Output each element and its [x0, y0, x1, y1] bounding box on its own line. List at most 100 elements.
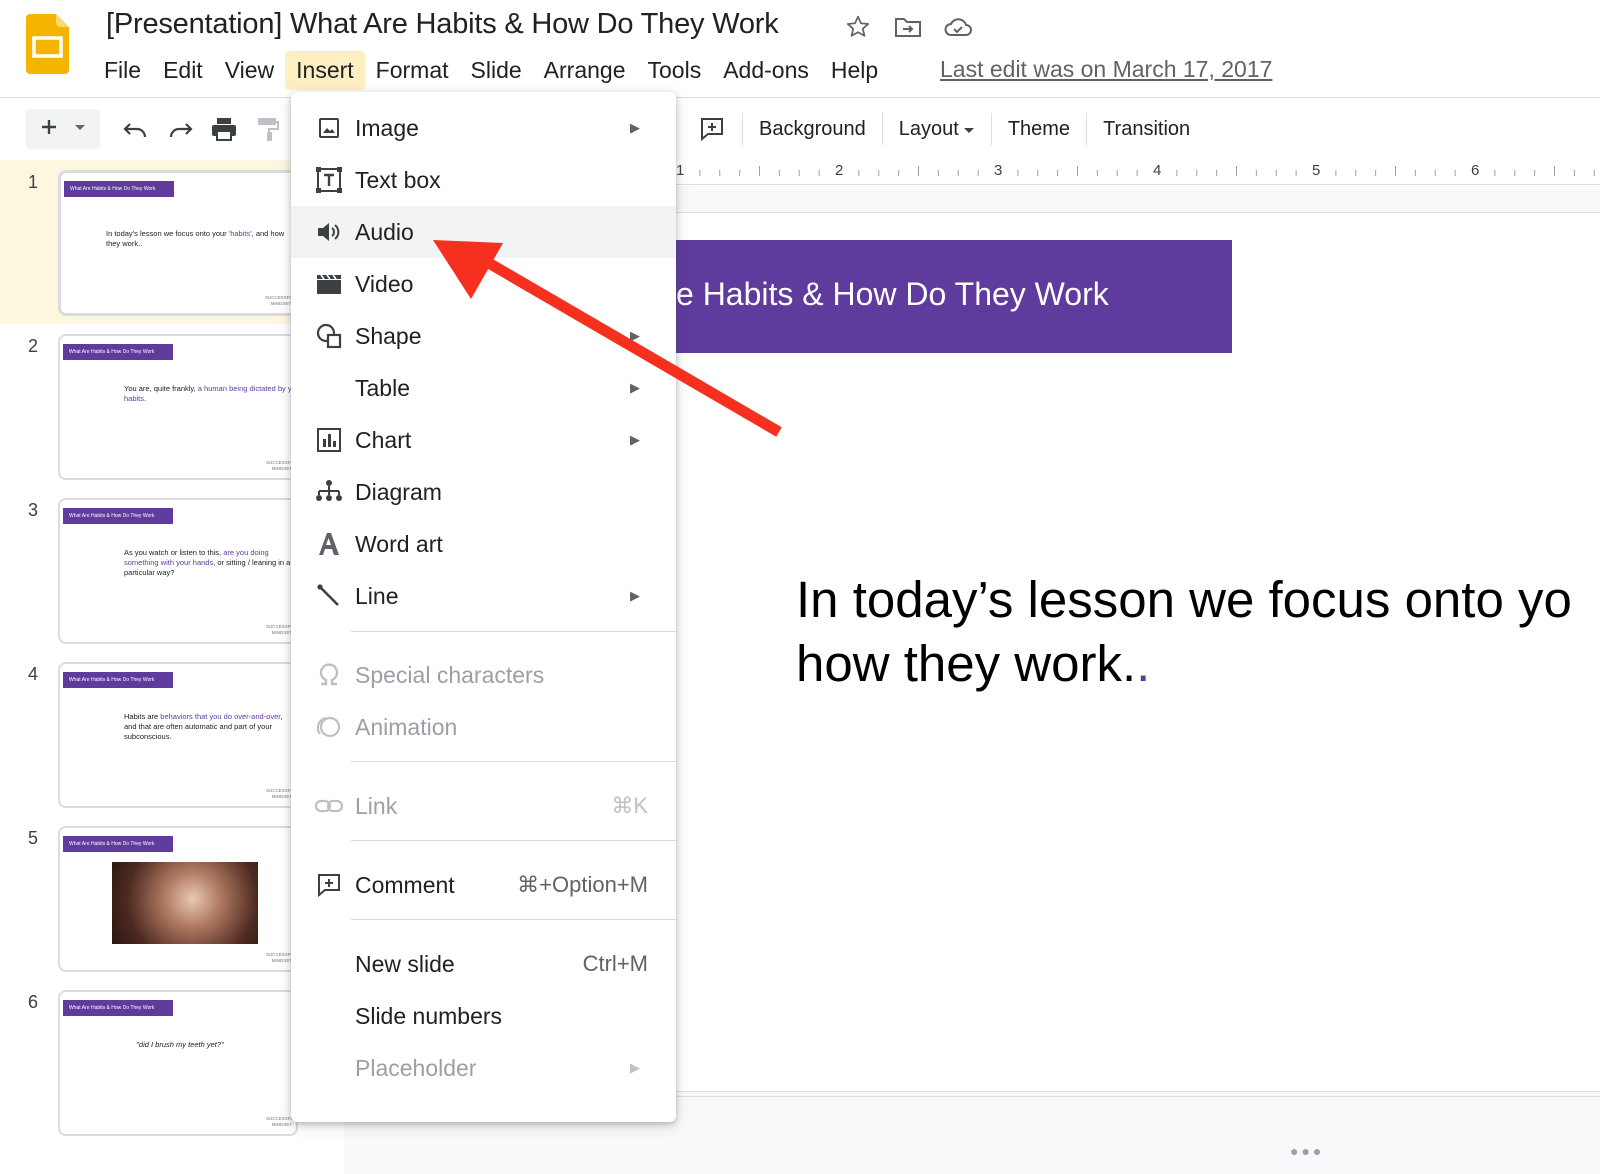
add-icon	[39, 117, 59, 142]
menu-item-label: Animation	[355, 713, 458, 740]
menu-item-label: Video	[355, 270, 414, 297]
audio-icon	[313, 216, 345, 248]
layout-label: Layout	[898, 117, 959, 140]
slide-thumbnail[interactable]: What Are Habits & How Do They Work "did …	[58, 990, 298, 1136]
dropdown-arrow-icon[interactable]	[73, 120, 87, 138]
redo-icon[interactable]	[158, 109, 202, 149]
cloud-saved-icon[interactable]	[942, 12, 974, 42]
menu-file[interactable]: File	[93, 51, 152, 90]
shape-icon	[313, 320, 345, 352]
insert-placeholder-item[interactable]: Placeholder ▶	[291, 1042, 676, 1094]
filmstrip-slide[interactable]: 2 What Are Habits & How Do They Work You…	[0, 324, 300, 488]
resize-handle-icon[interactable]: ●●●	[1290, 1143, 1324, 1159]
thumbnail-quote: "did I brush my teeth yet?"	[136, 1040, 224, 1049]
undo-icon[interactable]	[114, 109, 158, 149]
menu-add-ons[interactable]: Add-ons	[712, 51, 820, 90]
image-icon	[313, 112, 345, 144]
filmstrip-slide[interactable]: 3 What Are Habits & How Do They Work As …	[0, 488, 300, 652]
horizontal-ruler: 1 2 3 4 5 6	[676, 160, 1600, 182]
insert-text-box-item[interactable]: Text box	[291, 154, 676, 206]
paint-format-icon[interactable]	[246, 109, 290, 149]
ruler-number: 4	[1153, 162, 1162, 179]
slide-body-line-text: how they work.	[796, 635, 1137, 692]
filmstrip-slide[interactable]: 6 What Are Habits & How Do They Work "di…	[0, 980, 300, 1144]
thumbnail-title-bar: What Are Habits & How Do They Work	[63, 672, 173, 688]
theme-button[interactable]: Theme	[992, 118, 1086, 141]
insert-diagram-item[interactable]: Diagram	[291, 466, 676, 518]
menu-item-label: Word art	[355, 530, 443, 557]
insert-slide-numbers-item[interactable]: Slide numbers	[291, 990, 676, 1042]
menu-tools[interactable]: Tools	[637, 51, 713, 90]
thumbnail-text: In today's lesson we focus onto your 'ha…	[106, 229, 285, 248]
menu-slide[interactable]: Slide	[460, 51, 533, 90]
header-divider	[0, 97, 1600, 98]
print-icon[interactable]	[202, 109, 246, 149]
menu-help[interactable]: Help	[820, 51, 889, 90]
menu-arrange[interactable]: Arrange	[533, 51, 637, 90]
thumbnail-logo: SUCCESSFUL MINDSET	[266, 460, 297, 471]
submenu-arrow-icon: ▶	[630, 120, 640, 135]
transition-button[interactable]: Transition	[1087, 118, 1206, 141]
menu-item-label: Diagram	[355, 478, 442, 505]
insert-new-slide-item[interactable]: New slide Ctrl+M	[291, 938, 676, 990]
menu-view[interactable]: View	[214, 51, 285, 90]
insert-audio-item[interactable]: Audio	[291, 206, 676, 258]
menu-format[interactable]: Format	[365, 51, 460, 90]
menu-insert[interactable]: Insert	[285, 50, 365, 90]
menu-item-label: Line	[355, 582, 399, 609]
filmstrip-slide[interactable]: 1 What Are Habits & How Do They Work In …	[0, 160, 300, 324]
insert-chart-item[interactable]: Chart ▶	[291, 414, 676, 466]
background-button[interactable]: Background	[743, 118, 882, 141]
thumbnail-logo: SUCCESSFUL MINDSET	[266, 624, 297, 635]
insert-comment-item[interactable]: Comment ⌘+Option+M	[291, 859, 676, 911]
thumbnail-photo	[112, 862, 258, 944]
ruler-divider	[676, 184, 1600, 185]
menu-item-label: Audio	[355, 218, 414, 245]
ruler-number: 2	[835, 162, 844, 179]
slide-title-text[interactable]: e Habits & How Do They Work	[676, 276, 1232, 313]
insert-animation-item[interactable]: Animation	[291, 701, 676, 753]
insert-special-characters-item[interactable]: Special characters	[291, 649, 676, 701]
slide-thumbnail[interactable]: What Are Habits & How Do They Work As yo…	[58, 498, 298, 644]
thumbnail-title-bar: What Are Habits & How Do They Work	[63, 1000, 173, 1016]
slide-thumbnail[interactable]: What Are Habits & How Do They Work Habit…	[58, 662, 298, 808]
ruler-number: 1	[676, 162, 685, 179]
thumbnail-title-bar: What Are Habits & How Do They Work	[64, 181, 174, 197]
star-icon[interactable]	[842, 12, 874, 42]
menu-item-label: Placeholder	[355, 1054, 477, 1081]
insert-video-item[interactable]: Video	[291, 258, 676, 310]
menu-item-label: Chart	[355, 426, 412, 453]
animation-icon	[313, 711, 345, 743]
menu-edit[interactable]: Edit	[152, 51, 214, 90]
filmstrip-slide[interactable]: 4 What Are Habits & How Do They Work Hab…	[0, 652, 300, 816]
slide-number: 3	[28, 500, 39, 520]
slide-thumbnail[interactable]: What Are Habits & How Do They Work You a…	[58, 334, 298, 480]
move-to-folder-icon[interactable]	[892, 12, 924, 42]
menu-item-label: Table	[355, 374, 410, 401]
insert-link-item[interactable]: Link ⌘K	[291, 780, 676, 832]
slide-thumbnail[interactable]: What Are Habits & How Do They Work SUCCE…	[58, 826, 298, 972]
last-edit-link[interactable]: Last edit was on March 17, 2017	[940, 56, 1272, 83]
submenu-arrow-icon: ▶	[630, 1060, 640, 1075]
insert-menu: Image ▶ Text box Audio Video Shape ▶ Tab…	[291, 92, 676, 1122]
insert-image-item[interactable]: Image ▶	[291, 102, 676, 154]
document-title[interactable]: [Presentation] What Are Habits & How Do …	[106, 8, 779, 41]
add-comment-icon[interactable]	[690, 109, 734, 149]
layout-button[interactable]: Layout	[883, 118, 991, 141]
insert-table-item[interactable]: Table ▶	[291, 362, 676, 414]
new-slide-button[interactable]	[26, 109, 100, 149]
thumbnail-text: Habits are behaviors that you do over-an…	[124, 712, 283, 741]
menu-item-shortcut: ⌘K	[611, 793, 648, 818]
thumbnail-logo: SUCCESSFUL MINDSET	[265, 295, 296, 306]
filmstrip-slide[interactable]: 5 What Are Habits & How Do They Work SUC…	[0, 816, 300, 980]
insert-line-item[interactable]: Line ▶	[291, 570, 676, 622]
insert-word-art-item[interactable]: Word art	[291, 518, 676, 570]
insert-shape-item[interactable]: Shape ▶	[291, 310, 676, 362]
slide-body-text[interactable]: In today’s lesson we focus onto yo how t…	[796, 568, 1600, 696]
slide-thumbnail[interactable]: What Are Habits & How Do They Work In to…	[58, 170, 298, 316]
menu-separator	[351, 919, 676, 920]
chart-icon	[313, 424, 345, 456]
slides-logo[interactable]	[26, 14, 69, 74]
ruler-number: 5	[1312, 162, 1321, 179]
slide-number: 5	[28, 828, 39, 848]
